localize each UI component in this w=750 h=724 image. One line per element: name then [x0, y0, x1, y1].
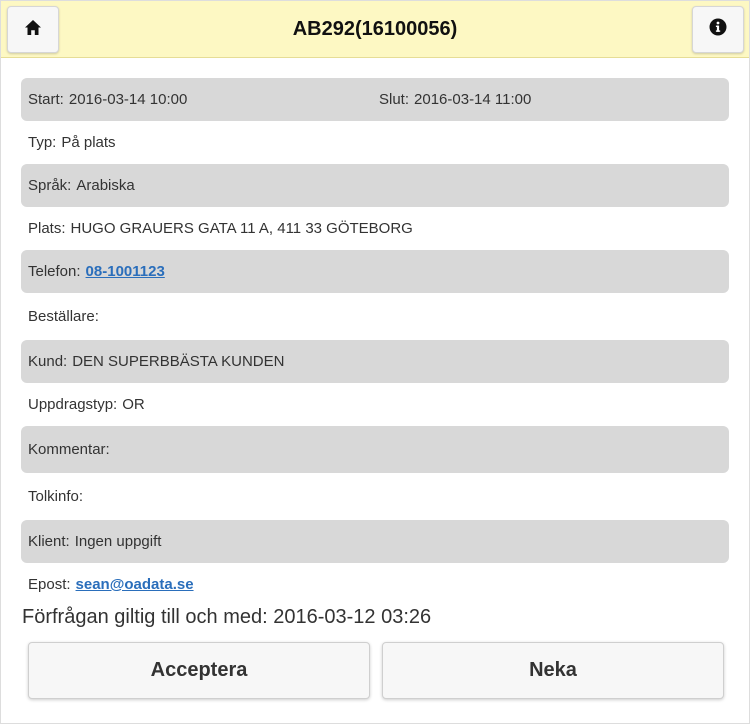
- customer-value: DEN SUPERBBÄSTA KUNDEN: [72, 353, 285, 370]
- email-link[interactable]: sean@oadata.se: [76, 576, 194, 593]
- place-row: Plats: HUGO GRAUERS GATA 11 A, 411 33 GÖT…: [21, 207, 729, 250]
- customer-label: Kund:: [28, 353, 68, 370]
- type-label: Typ:: [28, 134, 57, 151]
- language-label: Språk:: [28, 177, 72, 194]
- assignment-type-label: Uppdragstyp:: [28, 396, 118, 413]
- phone-row: Telefon: 08-1001123: [21, 250, 729, 293]
- home-icon: [24, 19, 42, 41]
- comment-label: Kommentar:: [28, 441, 110, 458]
- end-label: Slut:: [379, 91, 410, 108]
- place-value: HUGO GRAUERS GATA 11 A, 411 33 GÖTEBORG: [70, 220, 413, 237]
- email-row: Epost: sean@oadata.se: [21, 563, 729, 606]
- client-value: Ingen uppgift: [74, 533, 162, 550]
- interpreter-info-label: Tolkinfo:: [28, 488, 84, 505]
- client-label: Klient:: [28, 533, 70, 550]
- place-label: Plats:: [28, 220, 66, 237]
- type-row: Typ: På plats: [21, 121, 729, 164]
- orderer-row: Beställare:: [21, 293, 729, 340]
- assignment-type-value: OR: [122, 396, 145, 413]
- orderer-label: Beställare:: [28, 308, 99, 325]
- comment-row: Kommentar:: [21, 426, 729, 473]
- info-icon: [709, 18, 727, 41]
- customer-row: Kund: DEN SUPERBBÄSTA KUNDEN: [21, 340, 729, 383]
- details-list: Start: 2016-03-14 10:00 Slut: 2016-03-14 1…: [21, 78, 729, 606]
- validity-text: Förfrågan giltig till och med: 2016-03-1…: [22, 606, 431, 629]
- start-value: 2016-03-14 10:00: [68, 91, 188, 108]
- header-bar: AB292(16100056): [1, 1, 749, 58]
- info-button[interactable]: [692, 6, 744, 53]
- language-row: Språk: Arabiska: [21, 164, 729, 207]
- phone-link[interactable]: 08-1001123: [86, 263, 165, 280]
- assignment-request-page: AB292(16100056) Start: 2016-03-14 10:00 S…: [0, 0, 750, 724]
- start-label: Start:: [28, 91, 64, 108]
- end-field: Slut: 2016-03-14 11:00: [379, 91, 531, 108]
- assignment-type-row: Uppdragstyp: OR: [21, 383, 729, 426]
- validity-label: Förfrågan giltig till och med:: [22, 606, 268, 628]
- validity-value: 2016-03-12 03:26: [273, 606, 432, 628]
- page-title: AB292(16100056): [292, 18, 458, 40]
- client-row: Klient: Ingen uppgift: [21, 520, 729, 563]
- accept-button[interactable]: Acceptera: [28, 642, 370, 699]
- time-row: Start: 2016-03-14 10:00 Slut: 2016-03-14 1…: [21, 78, 729, 121]
- language-value: Arabiska: [76, 177, 135, 194]
- type-value: På plats: [61, 134, 116, 151]
- email-label: Epost:: [28, 576, 71, 593]
- interpreter-info-row: Tolkinfo:: [21, 473, 729, 520]
- home-button[interactable]: [7, 6, 59, 53]
- start-field: Start: 2016-03-14 10:00: [28, 91, 379, 108]
- end-value: 2016-03-14 11:00: [414, 91, 532, 108]
- decline-button[interactable]: Neka: [382, 642, 724, 699]
- phone-label: Telefon:: [28, 263, 81, 280]
